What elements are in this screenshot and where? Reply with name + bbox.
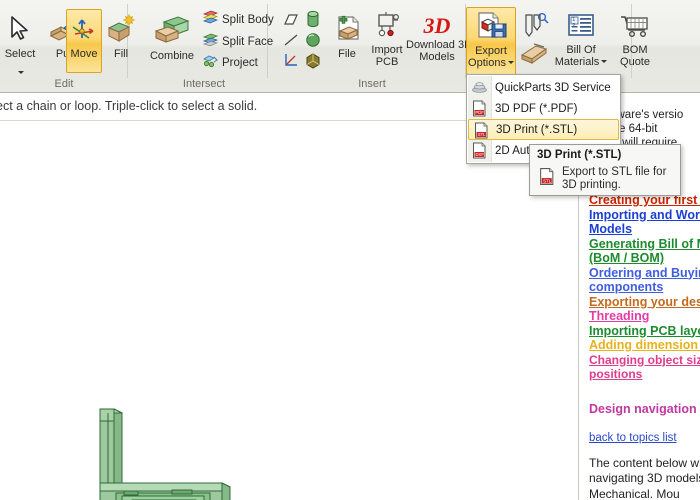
move-button-label: Move	[70, 48, 98, 60]
help-body-line: navigating 3D models	[589, 471, 700, 485]
download-3d-models-button[interactable]: 3D Download 3D Models	[406, 12, 473, 63]
3d-viewport[interactable]	[0, 121, 578, 500]
help-section-heading: Design navigation	[589, 401, 697, 416]
bom-quote-label-1: BOM	[622, 44, 648, 56]
split-body-label: Split Body	[222, 14, 274, 26]
combine-solids-icon	[144, 14, 200, 51]
combine-button[interactable]: Combine	[144, 14, 200, 63]
pdf-file-icon: PDF	[471, 100, 488, 120]
help-link[interactable]: Exporting your desi	[589, 295, 700, 310]
ribbon-group-edit: Select Pull Move Fill Edit	[0, 0, 135, 92]
svg-text:PDF: PDF	[475, 110, 484, 115]
move-axes-icon	[67, 14, 101, 49]
fill-button[interactable]: Fill	[104, 14, 138, 61]
help-body-line: Mechanical. Mou	[589, 486, 680, 500]
help-link[interactable]: positions	[589, 367, 700, 382]
split-body-icon	[202, 10, 219, 30]
bill-of-materials-label-2-text: Materials	[554, 55, 600, 68]
primitive-cylinder-icon[interactable]	[304, 10, 322, 33]
export-options-label-2-text: Options	[468, 56, 506, 69]
split-body-button[interactable]: Split Body	[202, 10, 274, 30]
import-pcb-label-2: PCB	[375, 55, 399, 68]
export-options-button[interactable]: Export Options	[466, 7, 516, 75]
bom-quote-label-2: Quote	[620, 55, 650, 68]
back-to-topics-link[interactable]: back to topics list	[589, 432, 677, 444]
ribbon-group-intersect: Combine Split Body Split Face Project In…	[140, 0, 274, 92]
combine-button-label: Combine	[149, 50, 195, 62]
import-pcb-icon	[364, 11, 410, 45]
l-bracket-3d-model[interactable]	[0, 121, 578, 500]
primitive-polyhedron-icon[interactable]	[304, 52, 322, 75]
project-button[interactable]: Project	[202, 53, 258, 73]
ribbon-group-insert: File Import PCB 3D Download 3D Models In…	[278, 0, 473, 92]
import-pcb-button[interactable]: Import PCB	[364, 11, 410, 68]
download-3d-label-2: Models	[419, 50, 455, 63]
help-link[interactable]: Adding dimension a	[589, 338, 700, 353]
application-window: Select Pull Move Fill Edit Combine Split…	[0, 0, 700, 500]
select-button[interactable]: Select	[0, 14, 44, 82]
file-button[interactable]: File	[328, 14, 366, 61]
menu-item-label: 3D Print (*.STL)	[496, 123, 578, 136]
dxf-file-icon: DXF	[471, 142, 488, 162]
fill-box-icon	[104, 14, 138, 49]
bill-of-materials-button[interactable]: 1 2 Bill Of Materials	[550, 12, 612, 68]
menu-item-label: 3D PDF (*.PDF)	[495, 102, 578, 115]
3d-badge-icon: 3D	[406, 12, 468, 40]
help-link[interactable]: Changing object sizes	[589, 353, 700, 368]
shopping-cart-icon	[612, 12, 658, 45]
tooltip-body: Export to STL file for 3D printing.	[562, 166, 667, 191]
prompt-text: ect a chain or loop. Triple-click to sel…	[0, 99, 258, 113]
select-cursor-icon	[0, 14, 44, 49]
bom-quote-button[interactable]: BOM Quote	[612, 12, 658, 68]
download-3d-label-1: Download 3D	[406, 39, 473, 51]
primitive-sphere-icon[interactable]	[304, 31, 322, 54]
file-insert-icon	[328, 14, 366, 49]
primitive-line-icon[interactable]	[282, 32, 300, 53]
split-face-button[interactable]: Split Face	[202, 32, 273, 52]
help-link[interactable]: Importing and Worki	[589, 208, 700, 223]
help-link[interactable]: Models	[589, 222, 700, 237]
project-icon	[202, 53, 219, 73]
menu-item-label: QuickParts 3D Service	[495, 81, 611, 94]
quickparts-icon	[471, 79, 488, 99]
help-link[interactable]: Importing PCB layo	[589, 324, 700, 339]
primitive-plane-icon[interactable]	[282, 12, 300, 33]
ribbon-group-insert-label: Insert	[358, 78, 386, 90]
move-button[interactable]: Move	[66, 9, 102, 73]
menu-item-3d-print-stl[interactable]: STL 3D Print (*.STL)	[468, 119, 619, 140]
svg-text:STL: STL	[478, 132, 486, 137]
help-link[interactable]: Threading	[589, 309, 700, 324]
menu-item-3d-pdf[interactable]: PDF 3D PDF (*.PDF)	[467, 98, 620, 119]
menu-item-quickparts-3d-service[interactable]: QuickParts 3D Service	[467, 77, 620, 98]
primitive-axes-icon[interactable]	[282, 52, 300, 74]
help-link[interactable]: Generating Bill of M	[589, 237, 700, 252]
3d-badge-text: 3D	[423, 13, 451, 38]
bill-of-materials-label-2: Materials	[550, 55, 612, 69]
bom-caret-icon[interactable]	[601, 60, 608, 64]
export-save-icon	[467, 11, 515, 46]
help-body-line: The content below will	[589, 455, 700, 470]
import-pcb-label-1: Import	[371, 44, 403, 56]
export-options-caret-icon[interactable]	[507, 61, 514, 65]
select-button-label: Select	[4, 48, 36, 60]
svg-text:DXF: DXF	[476, 152, 485, 157]
stl-file-icon: STL	[538, 167, 556, 191]
split-face-label: Split Face	[222, 36, 274, 48]
ribbon-group-intersect-label: Intersect	[182, 78, 226, 90]
ribbon-group-edit-label: Edit	[54, 78, 74, 90]
export-options-label-2: Options	[467, 56, 515, 70]
help-link[interactable]: components	[589, 280, 700, 295]
stl-file-icon: STL	[473, 122, 490, 142]
deburr-tool-icon[interactable]	[518, 40, 550, 71]
svg-text:STL: STL	[543, 179, 552, 184]
help-link[interactable]: Ordering and Buying	[589, 266, 700, 281]
tooltip: 3D Print (*.STL) STL Export to STL file …	[529, 144, 681, 196]
project-label: Project	[222, 57, 258, 69]
split-face-icon	[202, 32, 219, 52]
fill-button-label: Fill	[113, 48, 129, 60]
file-button-label: File	[338, 48, 356, 60]
tooltip-title: 3D Print (*.STL)	[537, 149, 622, 161]
bill-of-materials-icon: 1 2	[550, 12, 612, 45]
help-link[interactable]: (BoM / BOM)	[589, 251, 700, 266]
